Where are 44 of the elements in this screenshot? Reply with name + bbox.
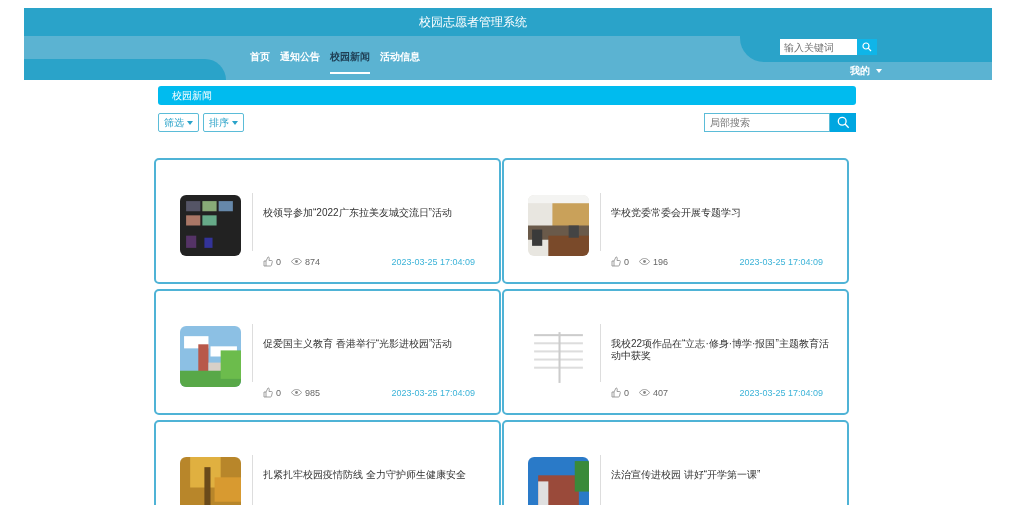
eye-icon — [639, 389, 650, 396]
section-title: 校园新闻 — [172, 88, 212, 103]
like-count: 0 — [624, 256, 629, 267]
news-date: 2023-03-25 17:04:09 — [739, 256, 823, 267]
search-icon — [862, 42, 872, 52]
news-date: 2023-03-25 17:04:09 — [391, 387, 475, 398]
news-title[interactable]: 学校党委常委会开展专题学习 — [611, 207, 833, 219]
thumbs-up-icon — [263, 256, 273, 267]
news-title[interactable]: 法治宣传进校园 讲好“开学第一课” — [611, 469, 833, 481]
news-card[interactable]: 我校22项作品在“立志·修身·博学·报国”主题教育活动中获奖 0 407 2023-03-25 17:04:09 — [502, 289, 849, 415]
search-button[interactable] — [857, 39, 877, 55]
caret-icon — [187, 120, 193, 125]
news-date: 2023-03-25 17:04:09 — [391, 256, 475, 267]
view-count: 407 — [653, 387, 669, 398]
search-button[interactable] — [830, 113, 856, 132]
news-card[interactable]: 校领导参加“2022广东拉美友城交流日”活动 0 874 2023-03-25 17:04:09 — [154, 158, 501, 284]
thumbs-up-icon — [611, 256, 621, 267]
eye-icon — [291, 389, 302, 396]
like-count: 0 — [624, 387, 629, 398]
view-count: 985 — [305, 387, 321, 398]
news-card[interactable]: 学校党委常委会开展专题学习 0 196 2023-03-25 17:04:09 — [502, 158, 849, 284]
nav-tab[interactable]: 校园新闻 — [330, 50, 370, 74]
news-title[interactable]: 校领导参加“2022广东拉美友城交流日”活动 — [263, 207, 485, 219]
like-count: 0 — [276, 387, 281, 398]
news-title[interactable]: 促爱国主义教育 香港举行“光影进校园”活动 — [263, 338, 485, 350]
like-count: 0 — [276, 256, 281, 267]
search-icon — [836, 116, 850, 129]
news-card[interactable]: 法治宣传进校园 讲好“开学第一课” — [502, 420, 849, 505]
news-date: 2023-03-25 17:04:09 — [739, 387, 823, 398]
view-count: 874 — [305, 256, 321, 267]
eye-icon — [291, 258, 302, 265]
thumbs-up-icon — [263, 387, 273, 398]
news-card[interactable]: 扎紧扎牢校园疫情防线 全力守护师生健康安全 — [154, 420, 501, 505]
news-card[interactable]: 促爱国主义教育 香港举行“光影进校园”活动 0 985 2023-03-25 17:04:09 — [154, 289, 501, 415]
caret-icon — [876, 69, 882, 73]
search-field[interactable]: 输入关键词 — [780, 39, 857, 55]
news-title[interactable]: 扎紧扎牢校园疫情防线 全力守护师生健康安全 — [263, 469, 485, 481]
thumbs-up-icon — [611, 387, 621, 398]
news-title[interactable]: 我校22项作品在“立志·修身·博学·报国”主题教育活动中获奖 — [611, 338, 833, 362]
caret-icon — [232, 120, 238, 125]
view-count: 196 — [653, 256, 669, 267]
eye-icon — [639, 258, 650, 265]
app-title: 校园志愿者管理系统 — [419, 13, 527, 31]
search-field[interactable]: 局部搜索 — [704, 113, 830, 132]
